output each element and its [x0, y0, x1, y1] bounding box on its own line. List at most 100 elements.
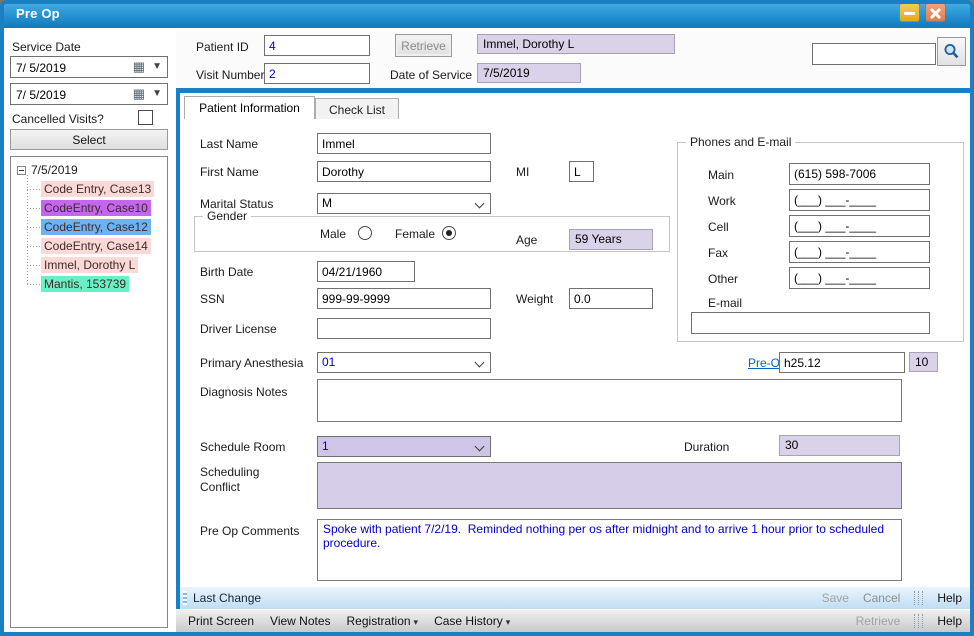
last-name-input[interactable]	[317, 133, 491, 154]
weight-label: Weight	[516, 292, 553, 306]
date-of-service-label: Date of Service	[390, 68, 472, 82]
tab-check-list[interactable]: Check List	[315, 98, 399, 119]
duration-display: 30	[779, 435, 900, 456]
marital-status-select[interactable]: M	[317, 193, 491, 214]
cancelled-visits-checkbox[interactable]	[138, 110, 153, 125]
driver-license-label: Driver License	[200, 322, 277, 336]
bottom-menu-bar: Print Screen View Notes Registration▾ Ca…	[176, 609, 970, 632]
phone-fax-input[interactable]	[789, 241, 930, 263]
duration-label: Duration	[684, 440, 729, 454]
retrieve-menu-item[interactable]: Retrieve	[856, 614, 901, 628]
tree-item[interactable]: CodeEntry, Case10	[27, 200, 167, 216]
schedule-room-label: Schedule Room	[200, 440, 285, 454]
mi-input[interactable]	[569, 161, 594, 182]
female-label: Female	[395, 227, 435, 241]
phone-cell-label: Cell	[708, 220, 729, 234]
service-date-to-value: 7/ 5/2019	[16, 88, 66, 102]
first-name-label: First Name	[200, 165, 259, 179]
select-button[interactable]: Select	[10, 129, 168, 150]
last-change-bar: Last Change Save Cancel Help	[180, 587, 970, 609]
email-label: E-mail	[708, 296, 742, 310]
service-date-to-picker[interactable]: 7/ 5/2019 ▦ ▼	[10, 83, 168, 105]
phone-fax-label: Fax	[708, 246, 728, 260]
visit-number-input[interactable]	[264, 63, 370, 84]
driver-license-input[interactable]	[317, 318, 491, 339]
ssn-label: SSN	[200, 292, 225, 306]
male-radio[interactable]	[358, 226, 372, 240]
tree-item[interactable]: CodeEntry, Case12	[27, 219, 167, 235]
visit-tree: 7/5/2019 Code Entry, Case13 CodeEntry, C…	[10, 156, 168, 628]
phone-main-label: Main	[708, 168, 734, 182]
scheduling-conflict-textarea	[317, 462, 902, 509]
header-panel: Patient ID Visit Number Retrieve Date of…	[176, 30, 970, 88]
tree-item[interactable]: Code Entry, Case13	[27, 181, 167, 197]
age-label: Age	[516, 233, 537, 247]
mi-label: MI	[516, 165, 529, 179]
schedule-room-select[interactable]: 1	[317, 436, 491, 457]
phone-main-input[interactable]	[789, 163, 930, 185]
preop-icd-input[interactable]	[779, 352, 905, 373]
visit-number-label: Visit Number	[196, 68, 264, 82]
minimize-button[interactable]	[899, 3, 920, 22]
tree-item[interactable]: Immel, Dorothy L	[27, 257, 167, 273]
phone-other-input[interactable]	[789, 267, 930, 289]
chevron-down-icon: ▾	[506, 617, 511, 627]
tree-item[interactable]: Mantis, 153739	[27, 276, 167, 292]
search-icon	[942, 42, 961, 61]
birth-date-label: Birth Date	[200, 265, 253, 279]
drag-grip-icon[interactable]	[183, 591, 187, 605]
cancel-button[interactable]: Cancel	[863, 591, 900, 605]
case-history-menu-item[interactable]: Case History▾	[426, 614, 518, 628]
female-radio[interactable]	[442, 226, 456, 240]
patient-id-label: Patient ID	[196, 40, 249, 54]
date-of-service-display: 7/5/2019	[477, 63, 581, 83]
weight-input[interactable]	[569, 288, 653, 309]
separator	[914, 591, 923, 605]
pre-op-comments-label: Pre Op Comments	[200, 524, 299, 538]
close-button[interactable]	[925, 3, 946, 22]
tab-patient-information[interactable]: Patient Information	[184, 96, 315, 119]
window-title: Pre Op	[16, 6, 60, 21]
retrieve-button[interactable]: Retrieve	[395, 34, 452, 57]
phone-other-label: Other	[708, 272, 738, 286]
save-button[interactable]: Save	[822, 591, 849, 605]
sidebar: Service Date 7/ 5/2019 ▦ ▼ 7/ 5/2019 ▦ ▼…	[4, 30, 176, 632]
phone-cell-input[interactable]	[789, 215, 930, 237]
diagnosis-notes-textarea[interactable]	[317, 379, 902, 422]
chevron-down-icon	[475, 442, 485, 452]
tree-children: Code Entry, Case13 CodeEntry, Case10 Cod…	[11, 181, 167, 295]
chevron-down-icon: ▾	[414, 617, 419, 627]
help-button[interactable]: Help	[937, 591, 962, 605]
calendar-icon: ▦	[133, 59, 145, 75]
tree-root-label: 7/5/2019	[31, 163, 78, 177]
service-date-label: Service Date	[12, 40, 81, 54]
service-date-from-picker[interactable]: 7/ 5/2019 ▦ ▼	[10, 56, 168, 78]
patient-information-panel: Last Name First Name MI Marital Status M…	[180, 119, 970, 567]
collapse-icon[interactable]	[17, 166, 26, 175]
chevron-down-icon[interactable]: ▼	[152, 88, 162, 99]
help-menu-item[interactable]: Help	[937, 614, 962, 628]
search-button[interactable]	[937, 37, 966, 66]
title-bar: Pre Op	[0, 0, 974, 28]
last-name-label: Last Name	[200, 137, 258, 151]
search-input[interactable]	[812, 43, 936, 65]
primary-anesthesia-select[interactable]: 01	[317, 352, 491, 373]
tree-item[interactable]: CodeEntry, Case14	[27, 238, 167, 254]
calendar-icon: ▦	[133, 86, 145, 102]
male-label: Male	[320, 227, 346, 241]
patient-id-input[interactable]	[264, 35, 370, 56]
email-input[interactable]	[691, 312, 930, 334]
ssn-input[interactable]	[317, 288, 491, 309]
phones-email-title: Phones and E-mail	[686, 135, 795, 149]
service-date-from-value: 7/ 5/2019	[16, 61, 66, 75]
patient-name-display: Immel, Dorothy L	[477, 34, 675, 54]
birth-date-input[interactable]	[317, 261, 415, 282]
chevron-down-icon[interactable]: ▼	[152, 61, 162, 72]
first-name-input[interactable]	[317, 161, 491, 182]
print-screen-menu-item[interactable]: Print Screen	[180, 614, 262, 628]
registration-menu-item[interactable]: Registration▾	[339, 614, 427, 628]
scheduling-conflict-label: Scheduling Conflict	[200, 465, 280, 495]
pre-op-comments-textarea[interactable]: Spoke with patient 7/2/19. Reminded noth…	[317, 519, 902, 581]
phone-work-input[interactable]	[789, 189, 930, 211]
view-notes-menu-item[interactable]: View Notes	[262, 614, 338, 628]
